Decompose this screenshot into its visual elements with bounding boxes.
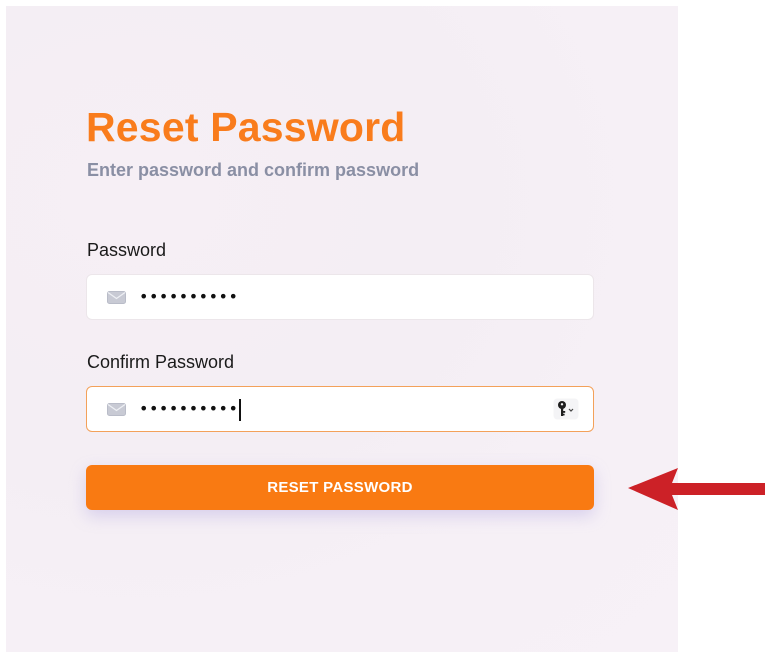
confirm-password-field[interactable]: •••••••••• xyxy=(86,386,594,432)
page-title: Reset Password xyxy=(86,104,406,150)
password-field[interactable]: •••••••••• xyxy=(86,274,594,320)
page-subtitle: Enter password and confirm password xyxy=(87,160,420,180)
password-masked-value: •••••••••• xyxy=(139,287,239,306)
text-cursor xyxy=(239,398,242,421)
mail-icon xyxy=(107,403,126,416)
confirm-password-masked-value: •••••••••• xyxy=(139,399,239,418)
reset-password-panel xyxy=(6,6,678,652)
confirm-password-value-wrap: •••••••••• xyxy=(139,397,242,421)
red-arrow-left-icon xyxy=(628,468,765,510)
mail-icon xyxy=(107,291,126,304)
key-icon[interactable] xyxy=(553,398,579,420)
password-label: Password xyxy=(87,240,167,260)
reset-password-button[interactable]: RESET PASSWORD xyxy=(86,465,594,510)
confirm-password-label: Confirm Password xyxy=(87,352,235,372)
